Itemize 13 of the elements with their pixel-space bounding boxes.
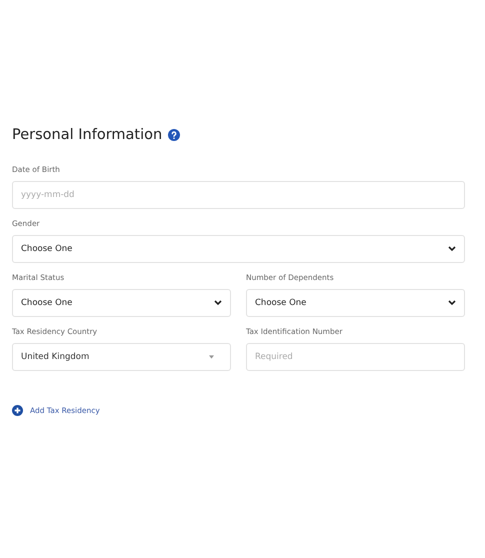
input-field[interactable]: yyyy-mm-dd [12, 181, 465, 209]
chevron-down-icon [448, 246, 456, 252]
dropdown[interactable]: Choose One [12, 235, 465, 263]
help-icon[interactable] [168, 129, 180, 141]
dropdown[interactable]: United Kingdom [12, 343, 231, 371]
input-field[interactable]: Required [246, 343, 465, 371]
chevron-down-icon [448, 300, 456, 306]
dropdown[interactable]: Choose One [246, 289, 465, 317]
plus-circle-icon [12, 405, 23, 416]
section-title: Personal Information [12, 127, 162, 143]
caret-icon [209, 355, 214, 359]
chevron-down-icon [214, 300, 222, 306]
dropdown[interactable]: Choose One [12, 289, 231, 317]
